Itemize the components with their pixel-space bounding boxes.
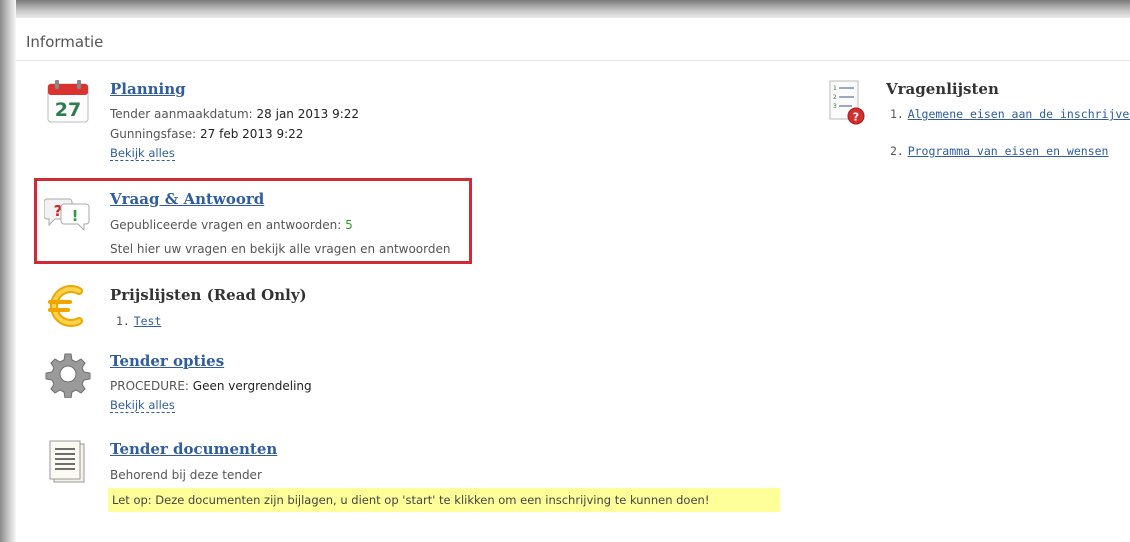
checklist-question-icon: 1 2 3 ? <box>826 78 874 126</box>
svg-text:1: 1 <box>833 85 837 92</box>
award-phase-value: 27 feb 2013 9:22 <box>200 127 304 141</box>
created-date-line: Tender aanmaakdatum: 28 jan 2013 9:22 <box>110 107 359 121</box>
pricelist-item-number: 1. <box>116 314 130 328</box>
qa-published-label: Gepubliceerde vragen en antwoorden: <box>110 218 342 232</box>
award-phase-line: Gunningsfase: 27 feb 2013 9:22 <box>110 127 303 141</box>
qa-published-line: Gepubliceerde vragen en antwoorden: 5 <box>110 218 353 232</box>
questionnaires-title: Vragenlijsten <box>886 80 999 98</box>
planning-link[interactable]: Planning <box>110 80 186 98</box>
options-view-all-link[interactable]: Bekijk alles <box>110 399 175 413</box>
questionnaire-item-2-number: 2. <box>890 144 904 158</box>
questionnaire-item-2-link[interactable]: Programma van eisen en wensen <box>908 144 1109 158</box>
pricelist-item: 1. Test <box>116 314 161 328</box>
procedure-line: PROCEDURE: Geen vergrendeling <box>110 379 312 393</box>
qa-link[interactable]: Vraag & Antwoord <box>110 190 264 208</box>
information-panel: Informatie 27 Planning Tender aanmaakdat… <box>16 18 1130 542</box>
qa-published-count: 5 <box>345 218 353 232</box>
pricelists-title: Prijslijsten (Read Only) <box>110 286 307 304</box>
window-left-shadow <box>0 0 16 542</box>
title-divider <box>16 60 1130 61</box>
procedure-label: PROCEDURE: <box>110 379 189 393</box>
svg-text:!: ! <box>72 207 79 225</box>
procedure-value: Geen vergrendeling <box>192 379 312 393</box>
euro-icon <box>44 282 92 330</box>
award-phase-label: Gunningsfase: <box>110 127 197 141</box>
svg-text:?: ? <box>853 111 859 124</box>
svg-text:27: 27 <box>55 99 81 121</box>
svg-text:3: 3 <box>833 103 837 110</box>
window-top-shadow <box>0 0 1130 20</box>
gear-icon <box>44 350 92 399</box>
pricelist-item-link[interactable]: Test <box>134 314 162 328</box>
documents-description: Behorend bij deze tender <box>110 468 262 482</box>
questionnaire-item-1-number: 1. <box>890 107 904 121</box>
document-icon <box>44 438 92 486</box>
questionnaire-item-2: 2. Programma van eisen en wensen <box>890 144 1108 158</box>
calendar-icon: 27 <box>44 78 92 126</box>
tender-options-link[interactable]: Tender opties <box>110 352 224 370</box>
qa-description: Stel hier uw vragen en bekijk alle vrage… <box>110 242 451 256</box>
questionnaire-item-1: 1. Algemene eisen aan de inschrijver <box>890 107 1130 121</box>
svg-text:2: 2 <box>833 94 837 101</box>
created-date-value: 28 jan 2013 9:22 <box>256 107 360 121</box>
documents-notice: Let op: Deze documenten zijn bijlagen, u… <box>108 488 780 512</box>
tender-documents-link[interactable]: Tender documenten <box>110 440 277 458</box>
questionnaire-item-1-link[interactable]: Algemene eisen aan de inschrijver <box>908 107 1130 121</box>
panel-title: Informatie <box>26 33 104 51</box>
created-date-label: Tender aanmaakdatum: <box>110 107 253 121</box>
planning-view-all-link[interactable]: Bekijk alles <box>110 147 175 161</box>
question-answer-icon: ? ! <box>43 194 92 242</box>
